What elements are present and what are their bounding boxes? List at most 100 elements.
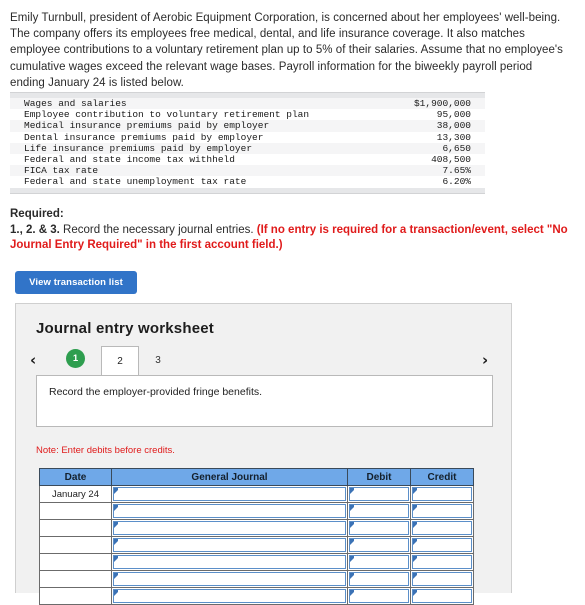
required-heading: Required: (10, 208, 64, 220)
journal-account-input[interactable] (113, 589, 346, 603)
debits-before-credits-note: Note: Enter debits before credits. (36, 445, 175, 456)
journal-account-input-cell (111, 553, 348, 571)
journal-debit-input[interactable] (349, 572, 409, 586)
journal-credit-input[interactable] (412, 589, 472, 603)
payroll-row-label: FICA tax rate (24, 165, 99, 177)
chevron-right-icon[interactable]: › (482, 351, 488, 369)
payroll-row-label: Federal and state unemployment tax rate (24, 176, 247, 188)
journal-debit-input-cell (347, 587, 411, 605)
payroll-row-label: Dental insurance premiums paid by employ… (24, 131, 264, 143)
journal-row (39, 587, 474, 605)
payroll-row-label: Medical insurance premiums paid by emplo… (24, 120, 270, 132)
journal-row: January 24 (39, 485, 474, 503)
journal-debit-input-cell (347, 536, 411, 554)
payroll-row-label: Employee contribution to voluntary retir… (24, 109, 310, 121)
payroll-row: Federal and state unemployment tax rate 6… (10, 176, 485, 188)
journal-credit-input[interactable] (412, 487, 472, 501)
journal-date-cell[interactable] (39, 502, 112, 520)
journal-account-input[interactable] (113, 538, 346, 552)
column-header-debit: Debit (347, 468, 411, 486)
journal-credit-input-cell (410, 587, 474, 605)
payroll-row: Life insurance premiums paid by employer… (10, 142, 485, 155)
payroll-data-table: Wages and salaries $1,900,000 Employee con… (10, 92, 485, 194)
payroll-row: Medical insurance premiums paid by emplo… (10, 120, 485, 132)
problem-statement: Emily Turnbull, president of Aerobic Equ… (10, 12, 563, 89)
journal-account-input[interactable] (113, 487, 346, 501)
journal-credit-input-cell (410, 570, 474, 588)
payroll-row-value: 38,000 (436, 120, 471, 132)
journal-date-cell[interactable]: January 24 (39, 485, 112, 503)
required-item-text: Record the necessary journal entries. (59, 223, 257, 236)
journal-credit-input-cell (410, 502, 474, 520)
worksheet-instruction-text: Record the employer-provided fringe bene… (49, 386, 263, 398)
column-header-general-journal: General Journal (111, 468, 348, 486)
journal-debit-input[interactable] (349, 538, 409, 552)
journal-date-cell[interactable] (39, 536, 112, 554)
journal-debit-input[interactable] (349, 555, 409, 569)
journal-account-input[interactable] (113, 555, 346, 569)
journal-entry-worksheet-panel: Journal entry worksheet ‹ 1 2 3 › Record… (15, 303, 513, 605)
payroll-row-value: 6.20% (442, 176, 471, 188)
journal-credit-input-cell (410, 485, 474, 503)
journal-account-input-cell (111, 519, 348, 537)
table-bottom-bar (10, 187, 485, 194)
payroll-row: FICA tax rate 7.65% (10, 165, 485, 177)
journal-credit-input[interactable] (412, 555, 472, 569)
journal-debit-input-cell (347, 570, 411, 588)
journal-credit-input[interactable] (412, 538, 472, 552)
journal-debit-input[interactable] (349, 487, 409, 501)
journal-row (39, 519, 474, 537)
worksheet-tab-strip: ‹ 1 2 3 › (16, 346, 513, 376)
journal-debit-input-cell (347, 553, 411, 571)
worksheet-instruction-box: Record the employer-provided fringe bene… (36, 375, 493, 427)
worksheet-title: Journal entry worksheet (36, 320, 214, 337)
journal-credit-input-cell (410, 519, 474, 537)
required-block: Required: 1., 2. & 3. Record the necessa… (10, 207, 576, 254)
view-transaction-list-button[interactable]: View transaction list (15, 271, 137, 294)
journal-header-row: Date General Journal Debit Credit (39, 468, 474, 486)
chevron-left-icon[interactable]: ‹ (30, 351, 36, 369)
journal-debit-input[interactable] (349, 521, 409, 535)
journal-account-input-cell (111, 536, 348, 554)
payroll-row-label: Federal and state income tax withheld (24, 154, 235, 166)
payroll-row-value: 408,500 (431, 154, 471, 166)
journal-date-cell[interactable] (39, 553, 112, 571)
worksheet-tab-1[interactable]: 1 (66, 349, 85, 368)
payroll-row: Dental insurance premiums paid by employ… (10, 131, 485, 143)
journal-row (39, 502, 474, 520)
worksheet-tab-2[interactable]: 2 (101, 346, 139, 376)
journal-debit-input[interactable] (349, 589, 409, 603)
required-item-number: 1., 2. & 3. (10, 223, 60, 236)
journal-account-input[interactable] (113, 521, 346, 535)
journal-account-input[interactable] (113, 572, 346, 586)
journal-debit-input-cell (347, 502, 411, 520)
journal-credit-input[interactable] (412, 521, 472, 535)
column-header-date: Date (39, 468, 112, 486)
journal-credit-input[interactable] (412, 504, 472, 518)
journal-credit-input-cell (410, 536, 474, 554)
journal-debit-input[interactable] (349, 504, 409, 518)
journal-table-body: January 24 (39, 485, 474, 605)
journal-account-input[interactable] (113, 504, 346, 518)
column-header-credit: Credit (410, 468, 474, 486)
journal-date-cell[interactable] (39, 570, 112, 588)
journal-row (39, 553, 474, 571)
journal-date-cell[interactable] (39, 519, 112, 537)
payroll-row-value: $1,900,000 (413, 98, 471, 109)
journal-date-cell[interactable] (39, 587, 112, 605)
payroll-row: Federal and state income tax withheld 408… (10, 154, 485, 166)
worksheet-tab-3[interactable]: 3 (139, 346, 177, 376)
journal-row (39, 536, 474, 554)
journal-row (39, 570, 474, 588)
journal-debit-input-cell (347, 485, 411, 503)
payroll-row: Employee contribution to voluntary retir… (10, 109, 485, 121)
payroll-row-value: 13,300 (436, 131, 471, 143)
journal-debit-input-cell (347, 519, 411, 537)
journal-account-input-cell (111, 502, 348, 520)
journal-entry-table: Date General Journal Debit Credit Januar… (39, 468, 474, 605)
journal-credit-input[interactable] (412, 572, 472, 586)
payroll-row: Wages and salaries $1,900,000 (10, 98, 485, 110)
payroll-row-value: 95,000 (436, 109, 471, 121)
payroll-row-label: Wages and salaries (24, 98, 127, 109)
journal-credit-input-cell (410, 553, 474, 571)
